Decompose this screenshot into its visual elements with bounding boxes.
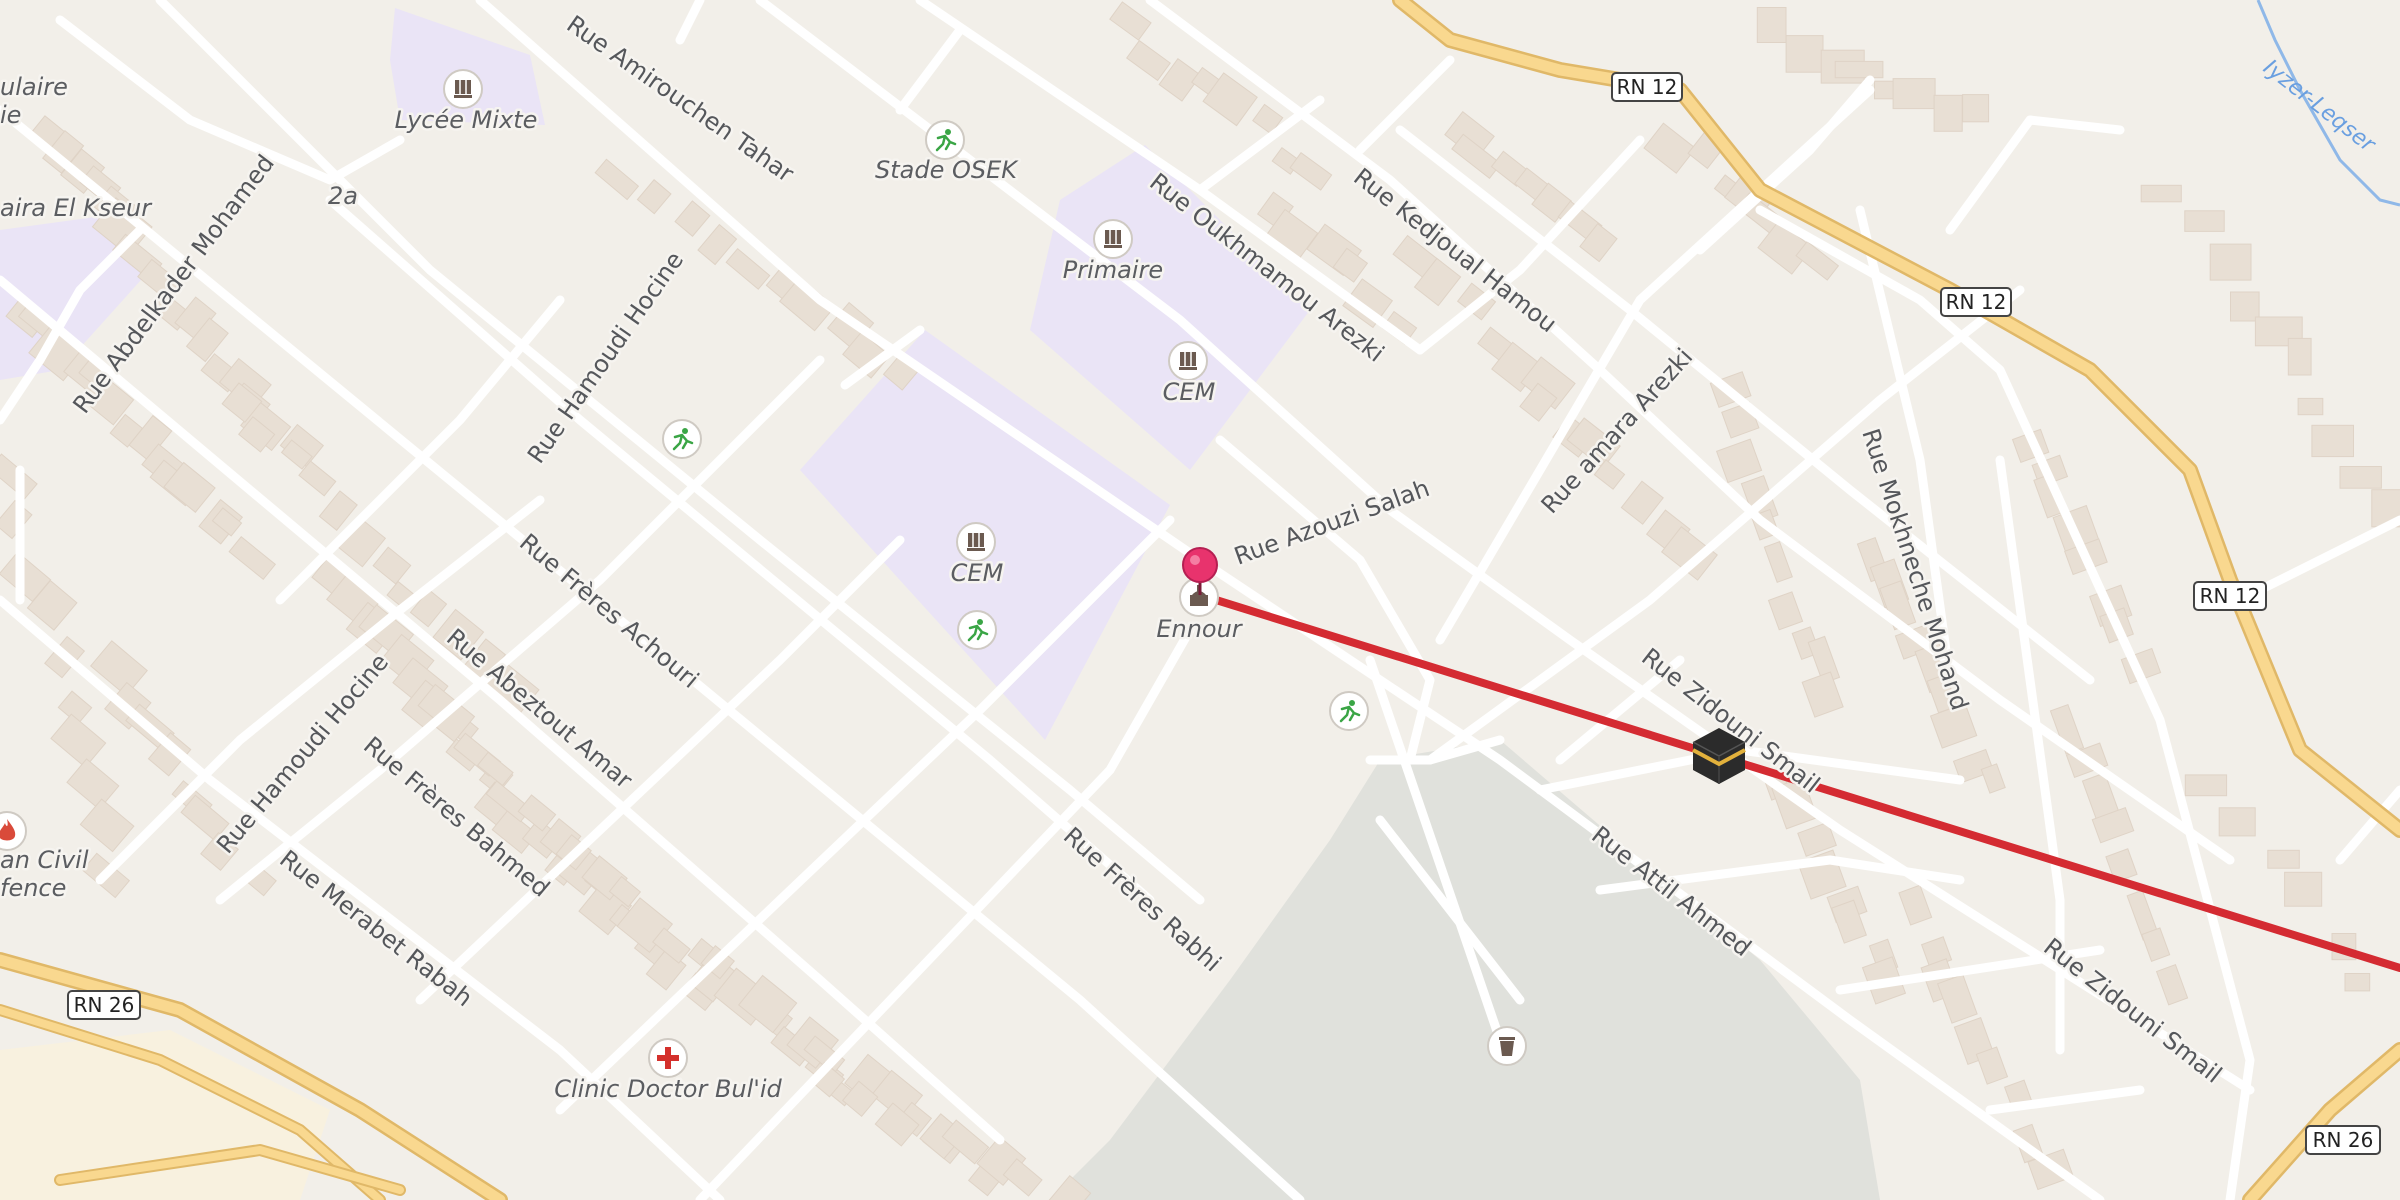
sports-icon[interactable] [1329, 691, 1369, 731]
clinic-icon[interactable] [648, 1038, 688, 1078]
svg-text:RN 12: RN 12 [2200, 584, 2261, 608]
road-shield-rn12-b: RN 12 [1940, 287, 2012, 317]
svg-text:RN 12: RN 12 [1946, 290, 2007, 314]
place-label-lycee: Lycée Mixte [395, 106, 538, 134]
road-shield-rn26-a: RN 26 [67, 990, 141, 1020]
road-shield-rn12-c: RN 12 [2193, 581, 2267, 611]
place-label-cem: CEM [951, 559, 1004, 587]
place-label-edge: fence [0, 874, 66, 902]
building [2184, 210, 2225, 232]
place-label-primaire: Primaire [1063, 256, 1163, 284]
building [2209, 243, 2252, 281]
place-label-clinic: Clinic Doctor Bul'id [554, 1075, 782, 1103]
sports-icon[interactable] [925, 120, 965, 160]
place-label-edge: ie [0, 101, 21, 129]
place-label-cem: CEM [1163, 378, 1216, 406]
svg-text:RN 12: RN 12 [1617, 75, 1678, 99]
building [1834, 60, 1884, 79]
building [2297, 397, 2324, 416]
sports-icon[interactable] [662, 419, 702, 459]
building [1962, 94, 1990, 123]
building [2140, 184, 2182, 203]
building [1892, 78, 1936, 110]
waste-basket-icon[interactable] [1487, 1026, 1527, 1066]
building [1756, 7, 1787, 43]
house-number-label: 2a [328, 182, 358, 210]
road-shield-rn26-b: RN 26 [2305, 1125, 2381, 1155]
place-label-edge: ulaire [0, 73, 68, 101]
place-label-ennour: Ennour [1156, 615, 1243, 643]
building [2284, 871, 2323, 907]
svg-text:RN 26: RN 26 [74, 993, 135, 1017]
svg-text:RN 26: RN 26 [2313, 1128, 2374, 1152]
sports-icon[interactable] [957, 610, 997, 650]
building [1785, 35, 1824, 73]
place-label-stade: Stade OSEK [875, 156, 1019, 184]
building [2267, 849, 2300, 869]
building [1933, 94, 1963, 132]
place-label-edge: aira El Kseur [0, 194, 153, 222]
school-icon[interactable] [1093, 219, 1133, 259]
building [2184, 774, 2228, 797]
place-label-edge: an Civil [0, 846, 89, 874]
building [2339, 466, 2382, 489]
building [2230, 291, 2260, 322]
building [2344, 973, 2371, 992]
building [2218, 807, 2256, 837]
school-icon[interactable] [443, 69, 483, 109]
school-icon[interactable] [956, 522, 996, 562]
building [2287, 337, 2312, 376]
school-icon[interactable] [1168, 341, 1208, 381]
road-shield-rn12-a: RN 12 [1611, 72, 1683, 102]
map-view[interactable]: Iyzer-Leqser RN 12 RN 12 RN 12 RN 26 RN … [0, 0, 2400, 1200]
building [2311, 424, 2354, 458]
